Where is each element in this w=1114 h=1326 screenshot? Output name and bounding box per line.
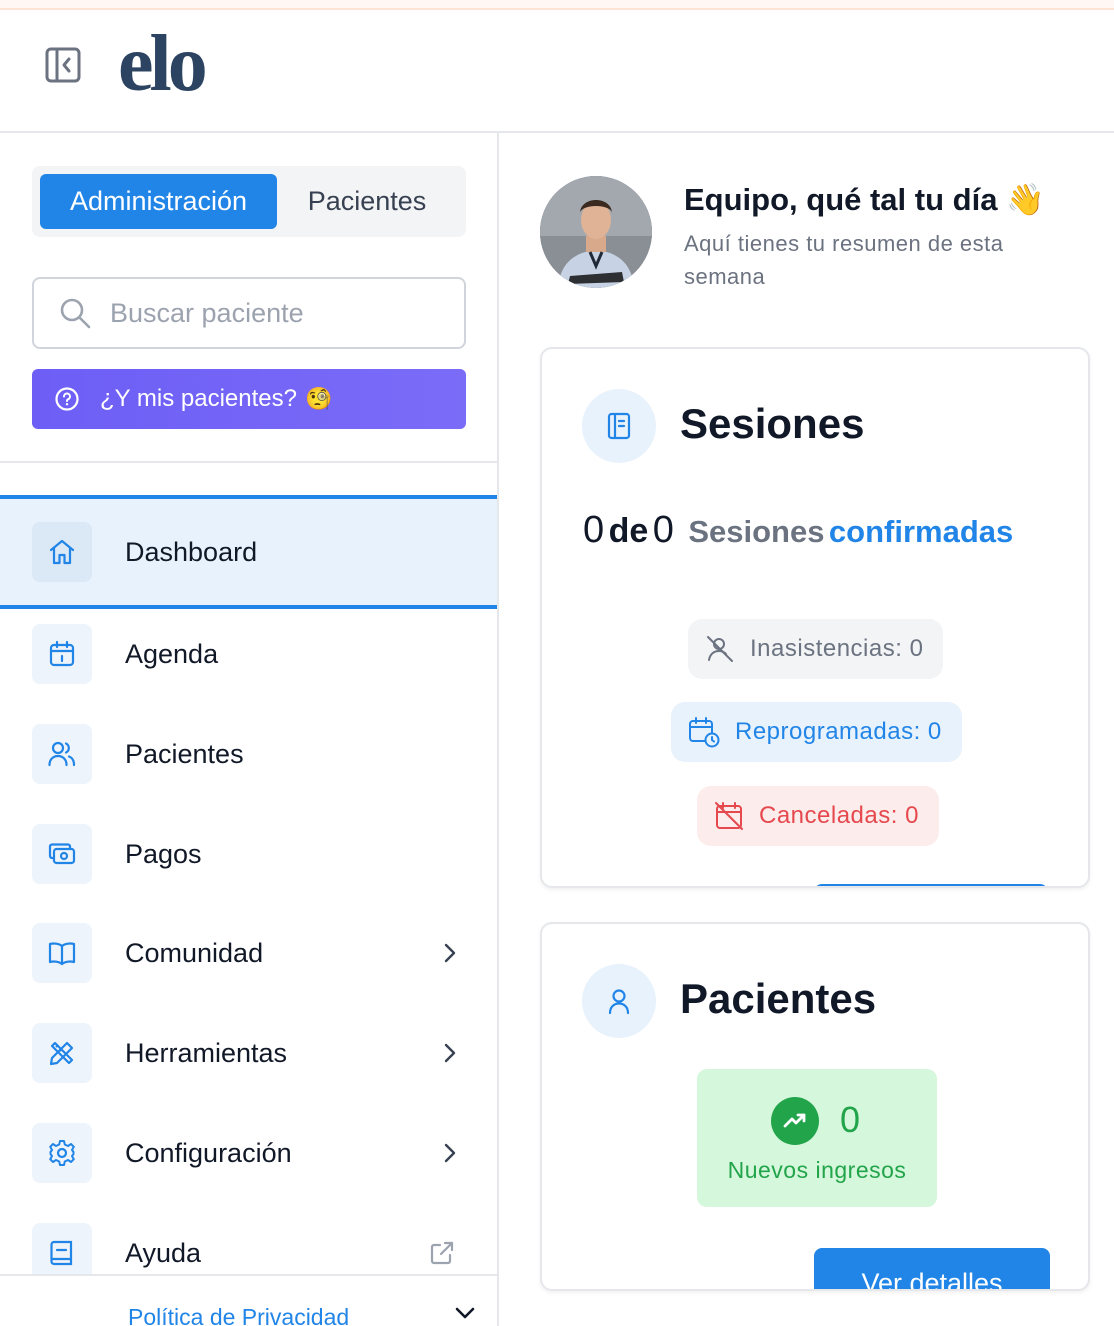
role-segmented-control: Administración Pacientes	[32, 166, 466, 237]
calendar-icon	[32, 624, 92, 684]
monocle-emoji: 🧐	[304, 386, 333, 411]
sidebar-item-comunidad[interactable]: Comunidad	[0, 903, 497, 1003]
rescheduled-pill: Reprogramadas: 0	[671, 702, 962, 762]
greeting-subtitle: Aquí tienes tu resumen de esta semana	[684, 231, 1004, 289]
sessions-summary: 0 de 0 Sesiones confirmadas	[583, 509, 1013, 552]
confirmed-label: confirmadas	[828, 514, 1014, 549]
sidebar-divider	[0, 461, 497, 463]
book-open-icon	[32, 923, 92, 983]
tools-icon	[32, 1023, 92, 1083]
notebook-icon	[582, 389, 656, 463]
avatar[interactable]	[540, 176, 652, 288]
elo-logo[interactable]: elo	[118, 30, 280, 100]
sessions-card: Sesiones 0 de 0 Sesiones confirmadas Ina…	[540, 347, 1090, 888]
sidebar-item-pagos[interactable]: Pagos	[0, 804, 497, 904]
search-input[interactable]	[110, 297, 430, 329]
help-button-label: ¿Y mis pacientes?	[100, 385, 297, 412]
sidebar-item-herramientas[interactable]: Herramientas	[0, 1003, 497, 1103]
sidebar-item-label: Herramientas	[125, 1037, 288, 1068]
chevron-right-icon[interactable]	[438, 941, 462, 965]
cancelled-label: Canceladas: 0	[759, 802, 919, 829]
user-icon	[582, 964, 656, 1038]
sidebar-item-pacientes[interactable]: Pacientes	[0, 704, 497, 804]
sessions-title: Sesiones	[680, 400, 865, 447]
question-circle-icon	[55, 387, 79, 411]
sidebar-item-label: Ayuda	[125, 1237, 202, 1268]
patients-card: Pacientes 0 Nuevos ingresos Ver detalles	[540, 922, 1090, 1291]
sidebar-item-agenda[interactable]: Agenda	[0, 604, 497, 704]
cancelled-pill: Canceladas: 0	[697, 786, 939, 846]
calendar-clock-icon	[689, 717, 720, 748]
sidebar-item-configuracion[interactable]: Configuración	[0, 1103, 497, 1203]
total-count: 0	[652, 509, 674, 551]
sidebar: Administración Pacientes ¿Y mis paciente…	[0, 133, 499, 1326]
greeting-title: Equipo, qué tal tu día 👋	[684, 181, 1045, 218]
rescheduled-label: Reprogramadas: 0	[735, 718, 942, 745]
user-off-icon	[707, 636, 733, 662]
external-link-icon[interactable]	[428, 1239, 456, 1267]
sidebar-item-label: Configuración	[125, 1137, 292, 1168]
search-box[interactable]	[32, 277, 466, 349]
users-icon	[32, 724, 92, 784]
absences-pill: Inasistencias: 0	[688, 619, 944, 679]
top-bar: elo	[0, 10, 1114, 133]
confirmed-count: 0	[583, 509, 605, 551]
sidebar-item-label: Comunidad	[125, 937, 264, 968]
calendar-off-icon	[715, 802, 743, 830]
chevron-right-icon[interactable]	[438, 1041, 462, 1065]
view-details-button[interactable]: Ver detalles	[814, 1248, 1050, 1289]
new-patients-stat: 0 Nuevos ingresos	[697, 1069, 937, 1207]
sidebar-item-label: Pagos	[125, 838, 202, 869]
sessions-details-button[interactable]	[814, 884, 1048, 886]
sidebar-item-dashboard[interactable]: Dashboard	[0, 495, 497, 609]
greeting-text: Equipo, qué tal tu día	[684, 182, 998, 217]
new-patients-count: 0	[840, 1099, 861, 1140]
chevron-right-icon[interactable]	[438, 1141, 462, 1165]
sessions-label: Sesiones	[688, 514, 825, 549]
gear-icon	[32, 1123, 92, 1183]
my-patients-help-button[interactable]: ¿Y mis pacientes? 🧐	[32, 369, 466, 429]
privacy-policy-link[interactable]: Política de Privacidad	[128, 1304, 349, 1326]
chevron-down-icon[interactable]	[452, 1300, 478, 1326]
waving-hand-emoji: 👋	[1006, 182, 1045, 217]
sidebar-footer: Política de Privacidad	[0, 1274, 497, 1326]
absences-label: Inasistencias: 0	[750, 635, 924, 662]
new-patients-label: Nuevos ingresos	[727, 1157, 907, 1183]
count-connector: de	[608, 512, 649, 550]
segment-admin-button[interactable]: Administración	[40, 174, 277, 229]
search-icon	[60, 298, 91, 329]
segment-patients-button[interactable]: Pacientes	[277, 174, 457, 229]
cash-icon	[32, 824, 92, 884]
sidebar-item-label: Pacientes	[125, 738, 244, 769]
home-icon	[32, 522, 92, 582]
sidebar-item-label: Agenda	[125, 638, 219, 669]
sidebar-collapse-icon[interactable]	[44, 46, 82, 84]
trending-up-icon	[771, 1097, 819, 1145]
top-strip	[0, 0, 1114, 10]
main-content: Equipo, qué tal tu día 👋 Aquí tienes tu …	[499, 133, 1114, 1326]
sidebar-item-label: Dashboard	[125, 536, 258, 567]
patients-title: Pacientes	[680, 975, 877, 1022]
svg-text:elo: elo	[118, 30, 205, 100]
